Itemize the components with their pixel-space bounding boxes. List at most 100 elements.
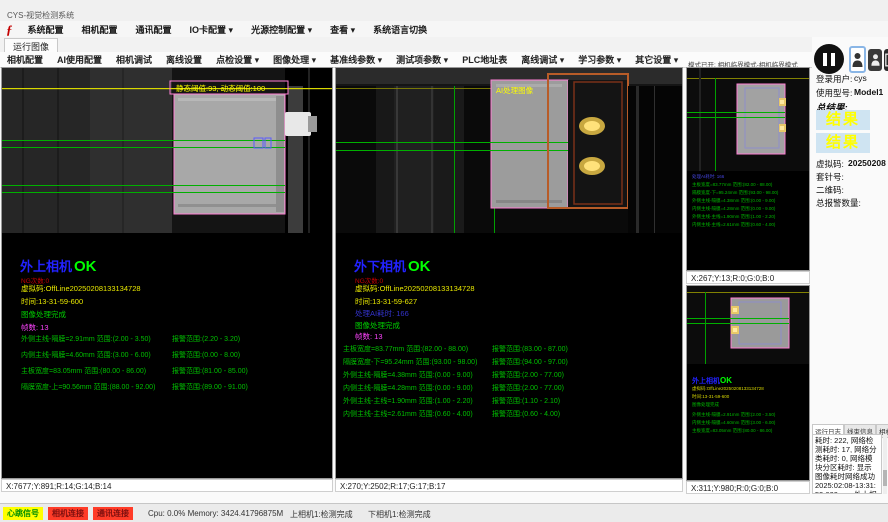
barcode-line-upper: 虚拟码:OffLine20250208133134728 (21, 283, 141, 294)
tool-plc-address[interactable]: PLC地址表 (455, 53, 514, 66)
alarm-range: 报警范围:(83.00 - 87.00) (492, 344, 568, 354)
mini-measure-line: 内侧主线-隔膜=4.60mm 范围:(3.00 - 6.00) (692, 420, 775, 426)
tool-ai-config[interactable]: AI使用配置 (50, 53, 109, 66)
menu-bar: ƒ 系统配置 相机配置 通讯配置 IO卡配置 ▾ 光源控制配置 ▾ 查看 ▾ 系… (0, 21, 888, 37)
camera-link-badge: 相机连接 (48, 507, 88, 520)
measurement-row: 主板宽度=83.77mm 范围:(82.00 - 88.00) (343, 344, 468, 354)
menu-system-config[interactable]: 系统配置 (19, 23, 73, 36)
menu-language-switch[interactable]: 系统语言切换 (364, 23, 436, 36)
coords-readout-upper: X:7677;Y:891;R:14;G:14;B:14 (1, 479, 333, 492)
log-scrollbar-thumb[interactable] (883, 470, 887, 486)
mini-time-line: 时间:13-31-59-600 (692, 394, 729, 400)
menu-light-config[interactable]: 光源控制配置 ▾ (242, 23, 321, 36)
virtual-code-value: 20250208 (848, 158, 886, 168)
tool-camera-config[interactable]: 相机配置 (0, 53, 50, 66)
log-scrollbar[interactable] (883, 434, 887, 494)
mini-barcode-line: 虚拟码:OffLine20250208133134728 (692, 386, 764, 392)
user-icon (871, 53, 880, 67)
alarm-range: 报警范围:(1.10 - 2.10) (492, 396, 560, 406)
camera-view-upper[interactable]: 静态阈值:93, 动态阈值:100 外上相机OK NG次数:0 虚拟码:OffL… (1, 67, 333, 479)
alarm-range: 报警范围:(2.00 - 77.00) (492, 383, 564, 393)
status-line-upper: 图像处理完成 (21, 309, 66, 320)
camera-view-small-bottom[interactable]: 外上相机OK 虚拟码:OffLine20250208133134728 时间:1… (686, 285, 810, 481)
menu-camera-config[interactable]: 相机配置 (73, 23, 127, 36)
heartbeat-badge: 心跳信号 (3, 507, 43, 520)
menu-view[interactable]: 查看 ▾ (321, 23, 364, 36)
coords-readout-lower: X:270;Y:2502;R:17;G:17;B:17 (335, 479, 683, 492)
ai-image-overlay: AI处理图像 (496, 85, 533, 96)
result-title-lower: 外下相机OK (354, 256, 431, 276)
coords-readout-small-top: X:267;Y:13;R:0;G:0;B:0 (686, 271, 810, 284)
mini-measure-line: 外侧主线-隔膜=2.91mm 范围:(2.00 - 3.50) (692, 412, 775, 418)
result-title-upper: 外上相机OK (20, 256, 97, 276)
coords-readout-small-bottom: X:311;Y:980;R:0;G:0;B:0 (686, 481, 810, 494)
frame-line-lower: 帧数: 13 (355, 331, 383, 342)
camera-image-small-top[interactable] (687, 68, 809, 171)
camera-image-upper[interactable] (2, 68, 332, 233)
tool-other-setting[interactable]: 其它设置 ▾ (628, 53, 685, 66)
login-user-value: cys (854, 73, 867, 83)
tool-offline-debug[interactable]: 离线调试 ▾ (514, 53, 571, 66)
measurement-row: 内侧主线-隔膜=4.28mm 范围:(0.00 - 9.00) (343, 383, 473, 393)
tool-offline-setting[interactable]: 离线设置 (159, 53, 209, 66)
tab-row: 运行图像 (0, 37, 888, 53)
user-login-button[interactable] (849, 46, 866, 73)
title-bar: CYS-视觉检测系统 (0, 0, 888, 21)
camera-name-upper: 外上相机 (20, 259, 72, 274)
log-text: 耗时: 222, 网络检测耗时: 17, 网络分类耗时: 0, 网络模块分区耗时… (812, 434, 882, 494)
measurement-row: 主板宽度=83.05mm 范围:(80.00 - 86.00) (21, 366, 146, 376)
measurement-row: 隔膜宽度-下=95.24mm 范围:(93.00 - 98.00) (343, 357, 477, 367)
measurement-row: 外侧主线-隔膜=2.91mm 范围:(2.00 - 3.50) (21, 334, 151, 344)
alarm-range: 报警范围:(0.60 - 4.00) (492, 409, 560, 419)
mini-measure-line: 外侧主线-主线=1.90mm 范围:(1.00 - 2.20) (692, 214, 775, 220)
upper-camera-status: 上相机1:检测完成 (290, 509, 353, 520)
mini-measure-line: 隔膜宽度-下=95.24mm 范围:(93.00 - 98.00) (692, 190, 778, 196)
time-line-lower: 时间:13-31-59-627 (355, 296, 417, 307)
camera-name-lower: 外下相机 (354, 259, 406, 274)
qr-code-label: 二维码: (816, 184, 844, 196)
sidebar: 登录用户: cys 使用型号: Model1 总结果: 结果 结果 虚拟码: 2… (812, 37, 888, 497)
pause-icon (823, 53, 827, 66)
alarm-range: 报警范围:(81.00 - 85.00) (172, 366, 248, 376)
mini-camera-name: 外上相机 (692, 378, 720, 385)
result-badge-2: 结果 (816, 133, 870, 153)
mini-measure-line: 主板宽度=83.77mm 范围:(82.00 - 88.00) (692, 182, 772, 188)
result-ok-upper: OK (74, 258, 97, 275)
alarm-range: 报警范围:(2.20 - 3.20) (172, 334, 240, 344)
tool-camera-debug[interactable]: 相机调试 (109, 53, 159, 66)
measurement-row: 内侧主线-隔膜=4.60mm 范围:(3.00 - 6.00) (21, 350, 151, 360)
tool-baseline-params[interactable]: 基准线参数 ▾ (323, 53, 389, 66)
virtual-code-label: 虚拟码: (816, 158, 844, 170)
mini-measure-line: 外侧主线-隔膜=4.38mm 范围:(0.00 - 9.00) (692, 198, 775, 204)
alarm-range: 报警范围:(89.00 - 91.00) (172, 382, 248, 392)
measurement-row: 隔膜宽度-上=90.56mm 范围:(88.00 - 92.00) (21, 382, 155, 392)
menu-comm-config[interactable]: 通讯配置 (127, 23, 181, 36)
mini-measure-line: 主板宽度=83.05mm 范围:(80.00 - 86.00) (692, 428, 772, 434)
tool-image-process[interactable]: 图像处理 ▾ (266, 53, 323, 66)
tool-learn-params[interactable]: 学习参数 ▾ (571, 53, 628, 66)
alarm-range: 报警范围:(94.00 - 97.00) (492, 357, 568, 367)
mini-result-ok: OK (720, 376, 732, 385)
measurement-row: 外侧主线-隔膜=4.38mm 范围:(0.00 - 9.00) (343, 370, 473, 380)
exit-button[interactable] (884, 49, 888, 71)
tool-spotcheck-setting[interactable]: 点检设置 ▾ (209, 53, 266, 66)
mini-measure-line: 内侧主线-主线=2.61mm 范围:(0.60 - 4.00) (692, 222, 775, 228)
login-user-label: 登录用户: (816, 73, 852, 85)
user-switch-button[interactable] (868, 49, 882, 71)
user-icon (852, 52, 863, 68)
result-badge-1: 结果 (816, 110, 870, 130)
result-ok-lower: OK (408, 258, 431, 275)
app-logo-icon: ƒ (6, 23, 13, 36)
measurement-row: 内侧主线-主线=2.61mm 范围:(0.60 - 4.00) (343, 409, 473, 419)
camera-view-lower[interactable]: AI处理图像 外下相机OK NG次数:0 虚拟码:OffLine20250208… (335, 67, 683, 479)
menu-io-config[interactable]: IO卡配置 ▾ (181, 23, 243, 36)
time-line-upper: 时间:13-31-59-600 (21, 296, 83, 307)
camera-image-small-bottom[interactable] (687, 286, 809, 364)
camera-view-small-top[interactable]: 处理AI耗时: 166 主板宽度=83.77mm 范围:(82.00 - 88.… (686, 67, 810, 271)
alarm-range: 报警范围:(0.00 - 8.00) (172, 350, 240, 360)
app-window: CYS-视觉检测系统 ƒ 系统配置 相机配置 通讯配置 IO卡配置 ▾ 光源控制… (0, 0, 888, 522)
pause-button[interactable] (814, 44, 844, 74)
tool-test-params[interactable]: 测试项参数 ▾ (389, 53, 455, 66)
ai-time-line-lower: 处理AI耗时: 166 (355, 308, 409, 319)
measurement-row: 外侧主线-主线=1.90mm 范围:(1.00 - 2.20) (343, 396, 473, 406)
